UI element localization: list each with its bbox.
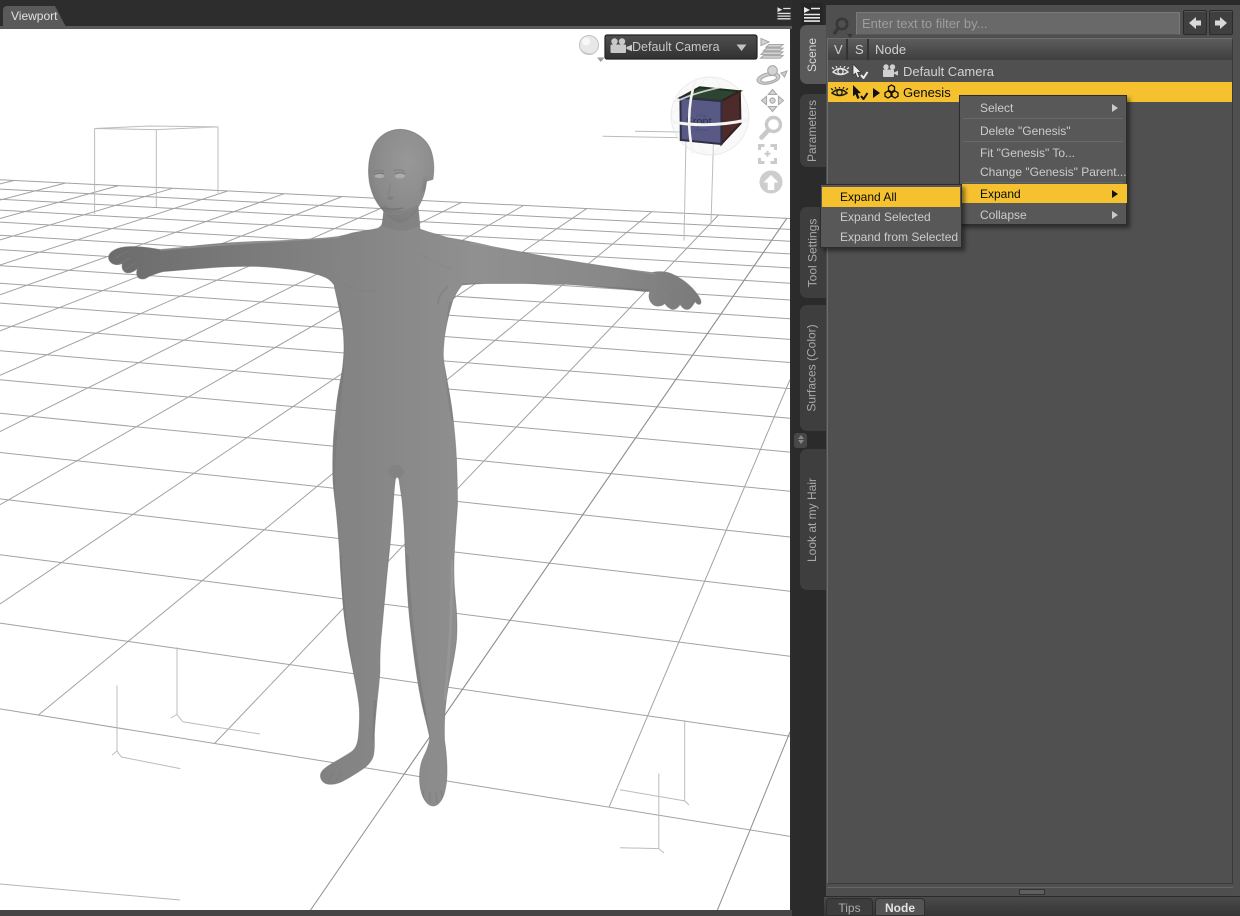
svg-text:Default Camera: Default Camera bbox=[632, 40, 720, 54]
